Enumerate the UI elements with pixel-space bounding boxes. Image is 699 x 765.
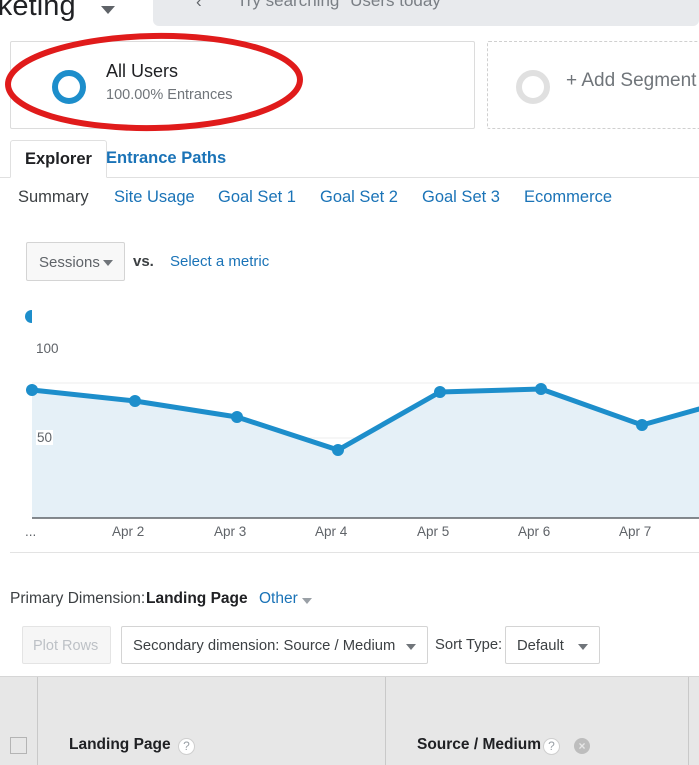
tab-explorer[interactable]: Explorer	[10, 140, 107, 178]
select-a-metric-link[interactable]: Select a metric	[170, 253, 269, 270]
table-toolbar: Plot Rows Secondary dimension: Source / …	[0, 626, 699, 668]
column-header-source-medium[interactable]: Source / Medium	[417, 736, 541, 754]
data-point	[434, 386, 446, 398]
report-tabs: Explorer Entrance Paths	[0, 140, 699, 178]
chart-divider	[10, 552, 699, 553]
x-axis-label-apr-3: Apr 3	[214, 524, 247, 539]
x-axis-label-ellipsis: ...	[25, 524, 37, 539]
subnav-item-ecommerce[interactable]: Ecommerce	[524, 188, 612, 207]
data-point	[231, 411, 243, 423]
sort-type-dropdown[interactable]: Default	[505, 626, 600, 664]
column-divider	[688, 677, 689, 765]
column-divider	[385, 677, 386, 765]
subnav-item-goal-set-3[interactable]: Goal Set 3	[422, 188, 500, 207]
add-segment-label: + Add Segment	[566, 70, 697, 91]
primary-dimension-label: Primary Dimension:	[10, 590, 146, 607]
x-axis-label-apr-5: Apr 5	[417, 524, 450, 539]
subnav-item-site-usage[interactable]: Site Usage	[114, 188, 195, 207]
chevron-down-icon[interactable]	[101, 6, 115, 14]
tab-entrance-paths[interactable]: Entrance Paths	[106, 140, 226, 178]
plot-rows-label: Plot Rows	[33, 638, 99, 654]
y-axis-label-50: 50	[36, 430, 54, 445]
chevron-down-icon	[406, 644, 416, 650]
select-all-checkbox[interactable]	[10, 737, 27, 754]
subnav-item-goal-set-1[interactable]: Goal Set 1	[218, 188, 296, 207]
x-axis-label-apr-4: Apr 4	[315, 524, 348, 539]
secondary-dimension-dropdown[interactable]: Secondary dimension: Source / Medium	[121, 626, 428, 664]
add-segment-button[interactable]: + Add Segment	[487, 41, 699, 129]
data-point	[26, 384, 38, 396]
primary-dimension-row: Primary Dimension: Landing Page Other	[0, 590, 699, 616]
sort-type-value: Default	[517, 638, 564, 654]
chevron-left-icon[interactable]: ‹	[196, 0, 202, 12]
data-point	[129, 395, 141, 407]
x-axis-label-apr-6: Apr 6	[518, 524, 551, 539]
page-title: rketing	[0, 0, 76, 22]
segment-ring-icon	[52, 70, 86, 104]
x-axis-label-apr-2: Apr 2	[112, 524, 145, 539]
search-placeholder: Try searching "Users today"	[237, 0, 447, 10]
plot-rows-button: Plot Rows	[22, 626, 111, 664]
primary-metric-dropdown[interactable]: Sessions	[26, 242, 125, 281]
chevron-down-icon	[103, 260, 113, 266]
chevron-down-icon	[578, 644, 588, 650]
column-divider	[37, 677, 38, 765]
data-point	[636, 419, 648, 431]
segment-name: All Users	[106, 61, 179, 81]
primary-metric-label: Sessions	[39, 254, 100, 271]
secondary-dimension-label: Secondary dimension: Source / Medium	[133, 638, 396, 654]
data-point	[332, 444, 344, 456]
subnav-item-summary[interactable]: Summary	[18, 188, 89, 207]
y-axis-label-100: 100	[36, 341, 59, 356]
data-table-header: Landing Page ? Source / Medium ? ×	[0, 676, 699, 765]
help-icon[interactable]: ?	[543, 738, 560, 755]
report-subnav: Summary Site Usage Goal Set 1 Goal Set 2…	[0, 188, 699, 218]
x-axis-label-apr-7: Apr 7	[619, 524, 652, 539]
chevron-down-icon[interactable]	[302, 598, 312, 604]
primary-dimension-other-link[interactable]: Other	[259, 590, 298, 608]
data-point	[535, 383, 547, 395]
x-axis-labels: ... Apr 2 Apr 3 Apr 4 Apr 5 Apr 6 Apr 7	[0, 524, 699, 546]
metric-selector-row: Sessions vs. Select a metric	[0, 242, 699, 282]
subnav-item-goal-set-2[interactable]: Goal Set 2	[320, 188, 398, 207]
segment-all-users[interactable]: All Users 100.00% Entrances	[10, 41, 475, 129]
sort-type-label: Sort Type:	[435, 637, 503, 653]
segment-ring-icon	[516, 70, 550, 104]
segment-bar: All Users 100.00% Entrances + Add Segmen…	[0, 41, 699, 129]
help-icon[interactable]: ?	[178, 738, 195, 755]
remove-column-icon[interactable]: ×	[574, 738, 590, 754]
analytics-report-page: rketing ‹ Try searching "Users today" Al…	[0, 0, 699, 765]
sessions-line-chart[interactable]	[0, 298, 699, 553]
primary-dimension-value[interactable]: Landing Page	[146, 590, 248, 608]
segment-percentage: 100.00% Entrances	[106, 87, 233, 103]
column-header-landing-page[interactable]: Landing Page	[69, 736, 171, 754]
app-header: rketing ‹ Try searching "Users today"	[0, 0, 699, 33]
vs-label: vs.	[133, 253, 154, 270]
